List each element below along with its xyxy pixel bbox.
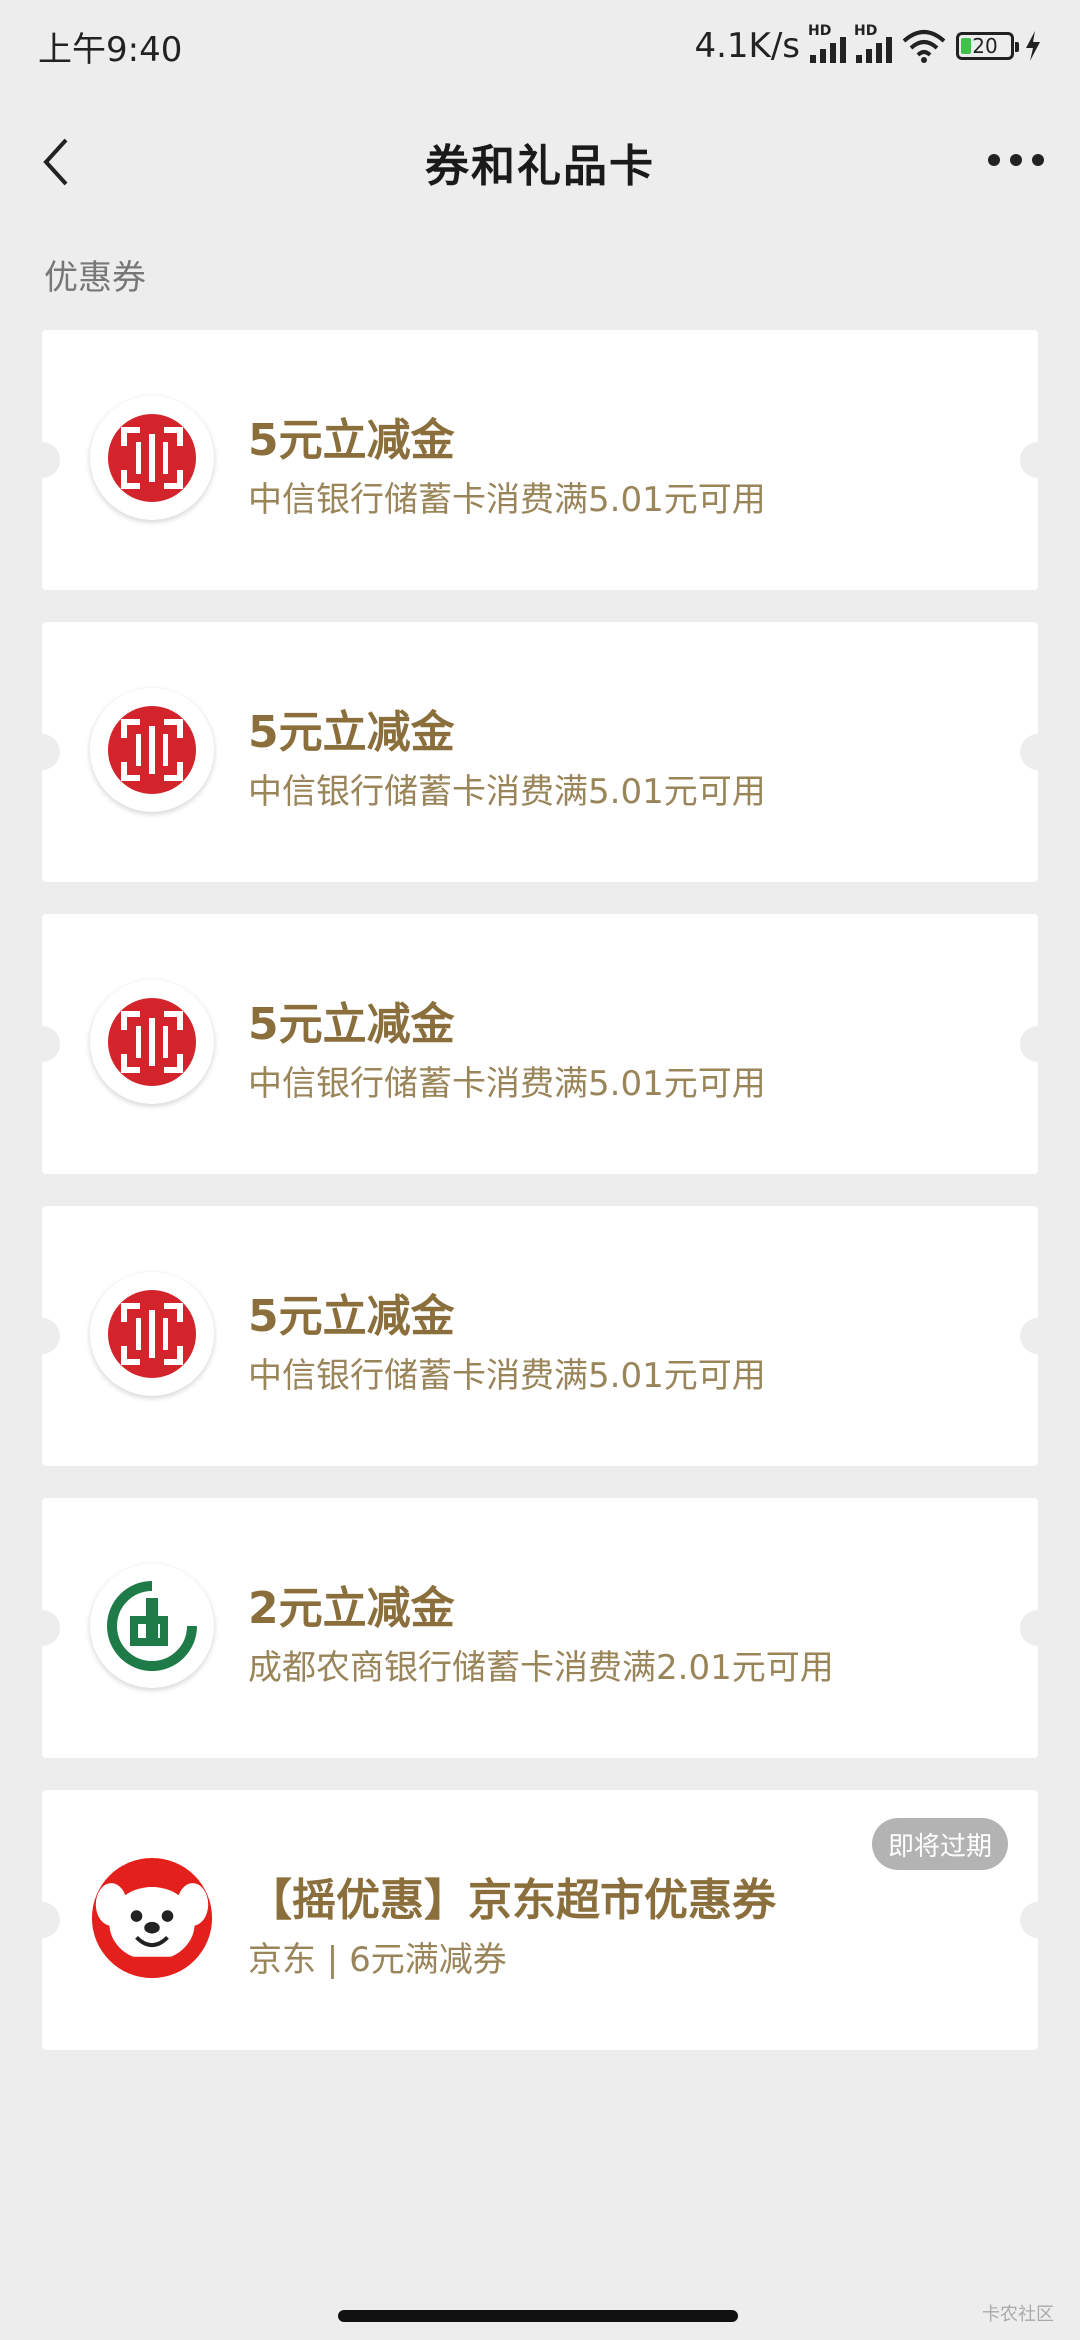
coupon-desc: 京东 | 6元满减券: [248, 1940, 507, 1980]
expiring-badge: 即将过期: [871, 1818, 1008, 1870]
watermark: 卡农社区: [982, 2304, 1054, 2325]
status-time: 上午9:40: [38, 29, 183, 70]
coupon-card[interactable]: 2元立减金 成都农商银行储蓄卡消费满2.01元可用: [24, 1498, 1056, 1758]
citic-bank-icon: [90, 396, 214, 520]
citic-bank-icon: [90, 980, 214, 1104]
coupon-card[interactable]: 5元立减金 中信银行储蓄卡消费满5.01元可用: [24, 330, 1056, 590]
coupon-title: 5元立减金: [248, 1291, 455, 1342]
coupon-list: 5元立减金 中信银行储蓄卡消费满5.01元可用 5元立减金 中信银行储蓄卡消费满…: [24, 330, 1056, 2082]
section-label: 优惠券: [44, 258, 146, 298]
coupon-desc: 中信银行储蓄卡消费满5.01元可用: [248, 480, 766, 520]
signal-icon: HD: [808, 23, 846, 63]
coupon-title: 5元立减金: [248, 707, 455, 758]
coupon-card[interactable]: 5元立减金 中信银行储蓄卡消费满5.01元可用: [24, 1206, 1056, 1466]
coupon-card[interactable]: 5元立减金 中信银行储蓄卡消费满5.01元可用: [24, 622, 1056, 882]
status-indicators: 4.1K/s HD HD 20: [694, 23, 1042, 66]
coupon-title: 2元立减金: [248, 1583, 455, 1634]
battery-icon: 20: [956, 32, 1019, 60]
citic-bank-icon: [90, 688, 214, 812]
coupon-card[interactable]: 5元立减金 中信银行储蓄卡消费满5.01元可用: [24, 914, 1056, 1174]
coupon-title: 【摇优惠】京东超市优惠券: [248, 1875, 776, 1926]
coupon-desc: 中信银行储蓄卡消费满5.01元可用: [248, 1064, 766, 1104]
coupon-desc: 中信银行储蓄卡消费满5.01元可用: [248, 772, 766, 812]
home-indicator[interactable]: [338, 2310, 738, 2322]
more-options-icon[interactable]: [988, 154, 1044, 170]
back-icon[interactable]: [36, 136, 76, 188]
net-speed: 4.1K/s: [694, 26, 800, 66]
coupon-card[interactable]: 即将过期 【摇优惠】京东超市优惠券 京东 | 6元满减券: [24, 1790, 1056, 2050]
nav-bar: 券和礼品卡: [0, 92, 1080, 232]
page-title: 券和礼品卡: [425, 141, 655, 192]
coupon-title: 5元立减金: [248, 999, 455, 1050]
jd-dog-icon: [90, 1856, 214, 1980]
citic-bank-icon: [90, 1272, 214, 1396]
chengdu-rural-bank-icon: [90, 1564, 214, 1688]
charging-icon: [1026, 31, 1040, 61]
wifi-icon: [902, 30, 946, 63]
coupon-title: 5元立减金: [248, 415, 455, 466]
coupon-desc: 成都农商银行储蓄卡消费满2.01元可用: [248, 1648, 834, 1688]
signal-icon-2: HD: [854, 23, 892, 63]
status-bar: 上午9:40 4.1K/s HD HD 20: [0, 0, 1080, 92]
coupon-desc: 中信银行储蓄卡消费满5.01元可用: [248, 1356, 766, 1396]
